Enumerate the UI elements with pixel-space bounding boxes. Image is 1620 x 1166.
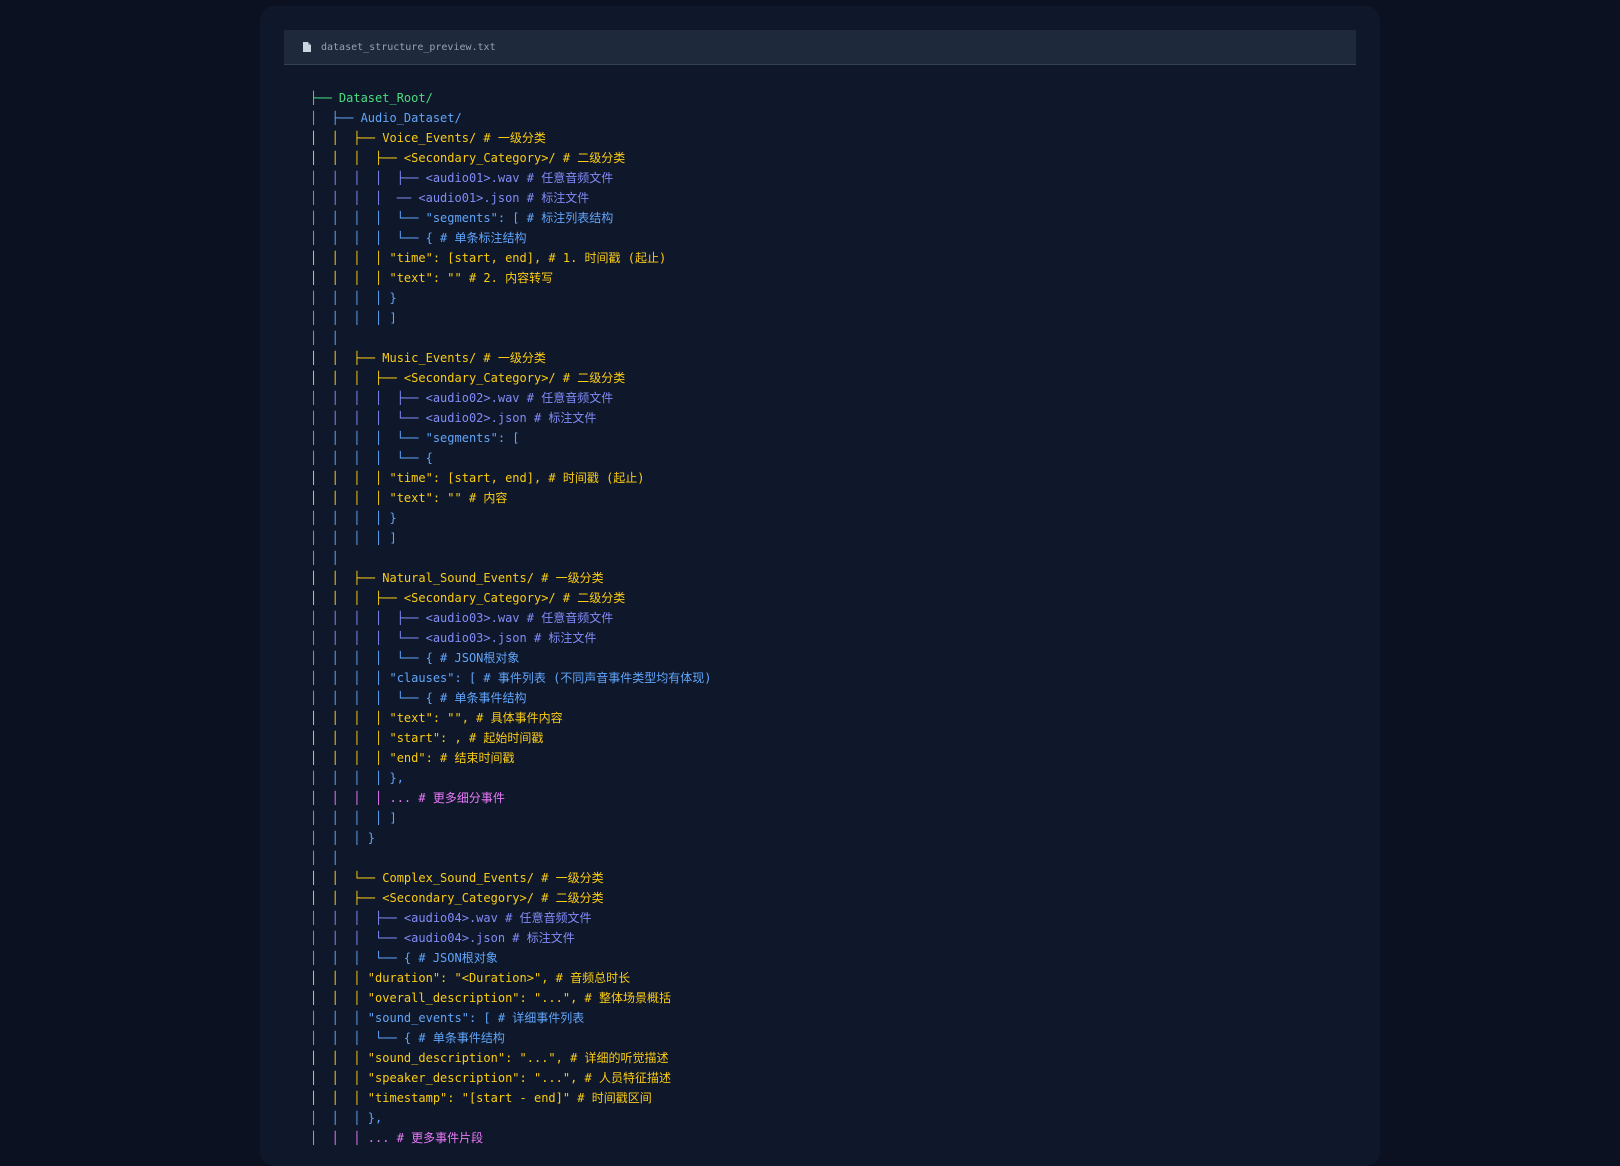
code-line: │ ├── Audio_Dataset/ xyxy=(310,111,462,125)
code-line: │ │ │ │ "time": [start, end], # 时间戳 (起止) xyxy=(310,471,645,485)
code-line: │ │ │ │ └── "segments": [ xyxy=(310,431,520,445)
file-icon xyxy=(303,42,311,52)
code-line: │ │ │ } xyxy=(310,831,376,845)
code-line: │ │ │ │ }, xyxy=(310,771,404,785)
code-line: │ │ │ ├── <Secondary_Category>/ # 二级分类 xyxy=(310,371,626,385)
code-line: │ │ │ └── { # JSON根对象 xyxy=(310,951,498,965)
code-line: │ │ │ ├── <audio04>.wav # 任意音频文件 xyxy=(310,911,592,925)
code-line: │ │ │ ... # 更多事件片段 xyxy=(310,1131,484,1145)
code-line: │ │ │ │ ├── <audio02>.wav # 任意音频文件 xyxy=(310,391,614,405)
code-line: │ │ │ │ ] xyxy=(310,811,397,825)
code-line: │ │ │ │ "time": [start, end], # 1. 时间戳 (… xyxy=(310,251,667,265)
code-line: │ │ │ │ ] xyxy=(310,311,397,325)
code-preview-panel: dataset_structure_preview.txt ├── Datase… xyxy=(260,6,1380,1166)
code-line: │ │ │ "sound_events": [ # 详细事件列表 xyxy=(310,1011,585,1025)
code-line: │ │ │ │ "text": "" # 2. 内容转写 xyxy=(310,271,554,285)
code-line: │ │ │ │ ── <audio01>.json # 标注文件 xyxy=(310,191,590,205)
code-line: │ │ │ │ "text": "", # 具体事件内容 xyxy=(310,711,563,725)
code-line: │ │ │ │ ] xyxy=(310,531,397,545)
code-block: ├── Dataset_Root/ │ ├── Audio_Dataset/ │ │… xyxy=(310,88,712,1148)
code-line: │ │ │ "speaker_description": "...", # 人员… xyxy=(310,1071,671,1085)
code-line: │ │ │ │ } xyxy=(310,511,397,525)
code-line: │ │ │ │ └── <audio02>.json # 标注文件 xyxy=(310,411,597,425)
code-line: │ │ │ │ └── { # 单条事件结构 xyxy=(310,691,527,705)
code-line: │ │ │ │ └── <audio03>.json # 标注文件 xyxy=(310,631,597,645)
code-line: │ │ │ │ } xyxy=(310,291,397,305)
code-line: │ │ │ "duration": "<Duration>", # 音频总时长 xyxy=(310,971,631,985)
code-line: │ │ │ │ "clauses": [ # 事件列表 (不同声音事件类型均有体… xyxy=(310,671,712,685)
code-line: │ │ │ ├── <Secondary_Category>/ # 二级分类 xyxy=(310,151,626,165)
code-line: │ │ │ "timestamp": "[start - end]" # 时间戳… xyxy=(310,1091,652,1105)
code-line: │ │ │ "sound_description": "...", # 详细的听… xyxy=(310,1051,669,1065)
code-line: │ │ │ │ "end": # 结束时间戳 xyxy=(310,751,515,765)
code-line: │ │ ├── <Secondary_Category>/ # 二级分类 xyxy=(310,891,604,905)
code-line: │ │ │ │ ... # 更多细分事件 xyxy=(310,791,505,805)
code-line: │ │ │ │ ├── <audio03>.wav # 任意音频文件 xyxy=(310,611,614,625)
code-line: │ │ xyxy=(310,851,339,865)
code-line: │ │ │ │ └── { # 单条标注结构 xyxy=(310,231,527,245)
code-line: │ │ │ │ └── { xyxy=(310,451,433,465)
code-line: ├── Dataset_Root/ xyxy=(310,91,433,105)
code-line: │ │ └── Complex_Sound_Events/ # 一级分类 xyxy=(310,871,604,885)
code-line: │ │ │ │ └── { # JSON根对象 xyxy=(310,651,520,665)
code-line: │ │ │ │ "start": , # 起始时间戳 xyxy=(310,731,544,745)
code-line: │ │ ├── Music_Events/ # 一级分类 xyxy=(310,351,546,365)
file-tab[interactable]: dataset_structure_preview.txt xyxy=(284,30,1356,65)
code-line: │ │ │ └── { # 单条事件结构 xyxy=(310,1031,505,1045)
code-line: │ │ │ "overall_description": "...", # 整体… xyxy=(310,991,671,1005)
code-line: │ │ │ }, xyxy=(310,1111,383,1125)
code-line: │ │ │ │ └── "segments": [ # 标注列表结构 xyxy=(310,211,614,225)
code-line: │ │ ├── Natural_Sound_Events/ # 一级分类 xyxy=(310,571,604,585)
file-name: dataset_structure_preview.txt xyxy=(321,41,496,53)
code-line: │ │ │ │ ├── <audio01>.wav # 任意音频文件 xyxy=(310,171,614,185)
code-line: │ │ ├── Voice_Events/ # 一级分类 xyxy=(310,131,546,145)
code-line: │ │ xyxy=(310,331,339,345)
code-line: │ │ │ └── <audio04>.json # 标注文件 xyxy=(310,931,575,945)
code-line: │ │ xyxy=(310,551,339,565)
code-line: │ │ │ ├── <Secondary_Category>/ # 二级分类 xyxy=(310,591,626,605)
code-line: │ │ │ │ "text": "" # 内容 xyxy=(310,491,508,505)
